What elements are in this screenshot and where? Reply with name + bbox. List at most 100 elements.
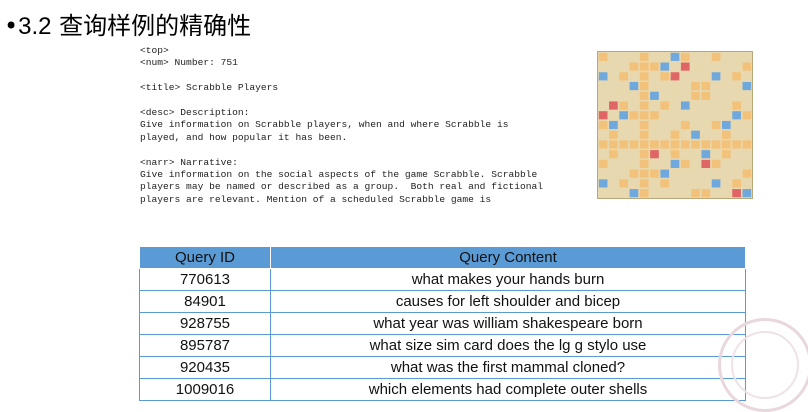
- board-square: [650, 91, 659, 100]
- query-id-cell: 84901: [139, 290, 271, 313]
- board-square: [639, 140, 649, 149]
- board-square: [609, 120, 618, 130]
- board-square: [650, 150, 659, 159]
- university-seal-watermark: [718, 318, 808, 412]
- board-square: [660, 101, 670, 110]
- board-square: [721, 120, 731, 130]
- board-square: [639, 91, 649, 100]
- board-square: [691, 81, 700, 91]
- board-square: [742, 169, 752, 178]
- query-id-cell: 920435: [139, 356, 271, 379]
- board-square: [701, 189, 711, 198]
- board-square: [609, 140, 618, 149]
- board-square: [711, 179, 721, 188]
- board-square: [742, 111, 752, 120]
- board-square: [721, 150, 731, 159]
- board-square: [609, 101, 618, 110]
- board-square: [701, 81, 711, 91]
- board-square: [732, 179, 741, 188]
- board-square: [691, 130, 700, 139]
- board-square: [680, 159, 690, 169]
- board-square: [639, 72, 649, 81]
- board-square: [691, 189, 700, 198]
- query-table: Query ID Query Content 770613 what makes…: [139, 246, 746, 401]
- section-number: 3.2: [18, 13, 52, 40]
- board-square: [680, 62, 690, 71]
- board-square: [732, 140, 741, 149]
- board-square: [732, 101, 741, 110]
- trec-topic-text: <top> <num> Number: 751 <title> Scrabble…: [140, 45, 544, 205]
- board-square: [639, 189, 649, 198]
- board-square: [701, 159, 711, 169]
- board-square: [650, 169, 659, 178]
- board-square: [711, 120, 721, 130]
- query-content-cell: what year was william shakespeare born: [270, 312, 746, 335]
- board-square: [598, 140, 608, 149]
- table-row: 895787 what size sim card does the lg g …: [139, 334, 746, 357]
- board-square: [670, 140, 680, 149]
- scrabble-board-image: [597, 51, 753, 199]
- board-square: [742, 81, 752, 91]
- board-square: [691, 91, 700, 100]
- board-square: [711, 159, 721, 169]
- board-square: [639, 62, 649, 71]
- board-square: [670, 52, 680, 61]
- board-square: [629, 111, 639, 120]
- header-query-content: Query Content: [270, 246, 746, 269]
- title-text: 查询样例的精确性: [59, 12, 252, 40]
- query-id-cell: 1009016: [139, 378, 271, 401]
- board-square: [732, 111, 741, 120]
- board-square: [639, 179, 649, 188]
- header-query-id: Query ID: [139, 246, 271, 269]
- board-square: [619, 101, 629, 110]
- board-square: [650, 111, 659, 120]
- board-square: [598, 52, 608, 61]
- table-row: 920435 what was the first mammal cloned?: [139, 356, 746, 379]
- table-row: 1009016 which elements had complete oute…: [139, 378, 746, 401]
- board-square: [598, 72, 608, 81]
- slide-title: •3.2 查询样例的精确性: [4, 6, 251, 41]
- table-row: 928755 what year was william shakespeare…: [139, 312, 746, 335]
- board-square: [670, 150, 680, 159]
- board-square: [609, 130, 618, 139]
- board-square: [670, 159, 680, 169]
- table-row: 770613 what makes your hands burn: [139, 268, 746, 291]
- board-square: [639, 120, 649, 130]
- board-square: [650, 62, 659, 71]
- board-square: [680, 101, 690, 110]
- board-square: [598, 159, 608, 169]
- board-square: [721, 130, 731, 139]
- board-square: [670, 130, 680, 139]
- query-id-cell: 928755: [139, 312, 271, 335]
- board-square: [619, 72, 629, 81]
- scrabble-board-graphic: [598, 52, 752, 198]
- board-square: [701, 140, 711, 149]
- board-square: [742, 62, 752, 71]
- board-square: [639, 159, 649, 169]
- board-square: [598, 111, 608, 120]
- board-square: [711, 52, 721, 61]
- board-square: [639, 150, 649, 159]
- board-square: [619, 179, 629, 188]
- query-id-cell: 770613: [139, 268, 271, 291]
- board-square: [711, 140, 721, 149]
- board-square: [701, 91, 711, 100]
- board-square: [742, 140, 752, 149]
- board-square: [742, 189, 752, 198]
- table-row: 84901 causes for left shoulder and bicep: [139, 290, 746, 313]
- board-square: [660, 169, 670, 178]
- board-square: [680, 52, 690, 61]
- board-square: [639, 101, 649, 110]
- board-square: [680, 120, 690, 130]
- query-id-cell: 895787: [139, 334, 271, 357]
- query-content-cell: which elements had complete outer shells: [270, 378, 746, 401]
- board-square: [691, 140, 700, 149]
- board-square: [619, 111, 629, 120]
- query-content-cell: what makes your hands burn: [270, 268, 746, 291]
- board-square: [598, 120, 608, 130]
- board-square: [701, 150, 711, 159]
- table-header-row: Query ID Query Content: [139, 246, 746, 269]
- board-square: [660, 72, 670, 81]
- board-square: [639, 52, 649, 61]
- board-square: [732, 189, 741, 198]
